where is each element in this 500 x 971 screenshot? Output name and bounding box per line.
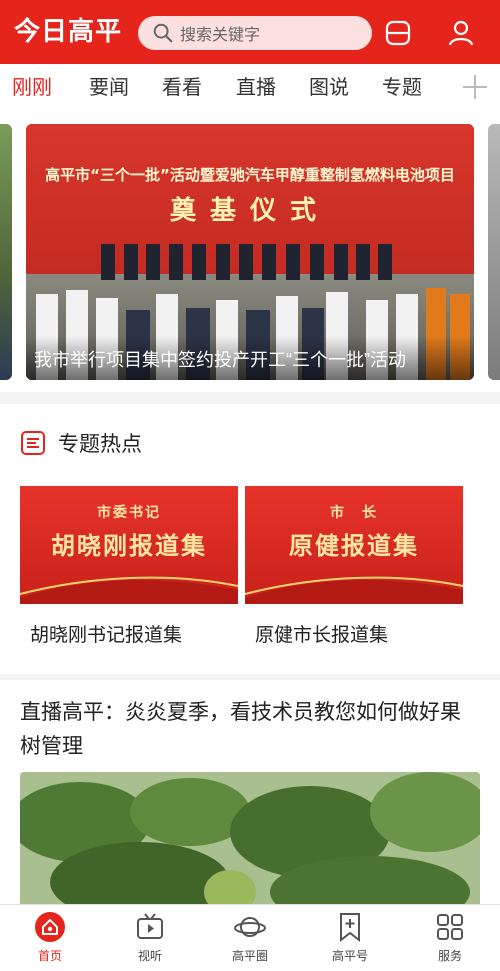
topic-card-tag: 市委书记 (97, 505, 161, 521)
search-icon (153, 23, 173, 43)
topic-card-label: 原健市长报道集 (255, 625, 389, 646)
nav-label: 首页 (37, 949, 62, 963)
channel-tabs: 刚刚 要闻 看看 直播 图说 专题 (0, 64, 500, 112)
tab-tu-shuo[interactable]: 图说 (309, 64, 349, 112)
topic-card[interactable]: 市委书记 胡晓刚报道集 胡晓刚书记报道集 (20, 486, 238, 652)
bookmark-plus-icon (340, 913, 360, 943)
nav-video[interactable]: 视听 (100, 911, 200, 971)
news-carousel[interactable]: 高平市“三个一批”活动暨爱驰汽车甲醇重整制氢燃料电池项目 奠基仪式 我市举行项目… (0, 112, 500, 392)
special-topics-title: 专题热点 (58, 433, 142, 456)
tab-kan-kan[interactable]: 看看 (162, 64, 202, 112)
tab-gang-gang[interactable]: 刚刚 (12, 64, 52, 112)
special-topics-section: 专题热点 市委书记 胡晓刚报道集 胡晓刚书记报道集 市 长 原健报道集 原健市长… (0, 404, 500, 674)
search-placeholder: 搜索关键字 (180, 27, 261, 44)
menu-icon[interactable] (383, 18, 413, 48)
topic-list-icon (21, 431, 45, 455)
article-thumbnail[interactable] (20, 772, 480, 904)
news-article[interactable]: 直播高平：炎炎夏季，看技术员教您如何做好果树管理 (0, 680, 500, 904)
special-topics-header: 专题热点 (20, 428, 142, 458)
topic-card-tag: 市 长 (330, 505, 378, 521)
nav-label: 高平圈 (231, 949, 268, 963)
nav-label: 视听 (137, 949, 162, 963)
user-icon[interactable] (446, 18, 476, 48)
bottom-navigation: 首页 视听 高平圈 高平号 服务 (0, 904, 500, 971)
planet-icon (234, 917, 266, 937)
topic-card-banner-text: 原健报道集 (289, 531, 419, 560)
banner-wave (20, 576, 238, 604)
banner-headline: 高平市“三个一批”活动暨爱驰汽车甲醇重整制氢燃料电池项目 (45, 166, 455, 184)
banner-wave (245, 576, 463, 604)
app-header: 今日高平 搜索关键字 (0, 0, 500, 64)
grid-icon (437, 914, 463, 940)
tab-zhuan-ti[interactable]: 专题 (382, 64, 422, 112)
nav-label: 高平号 (331, 949, 368, 963)
topic-card-banner: 市委书记 胡晓刚报道集 (20, 486, 238, 604)
topic-card-banner: 市 长 原健报道集 (245, 486, 463, 604)
nav-circle[interactable]: 高平圈 (200, 911, 300, 971)
article-title[interactable]: 直播高平：炎炎夏季，看技术员教您如何做好果树管理 (20, 696, 480, 764)
carousel-current-slide[interactable]: 高平市“三个一批”活动暨爱驰汽车甲醇重整制氢燃料电池项目 奠基仪式 我市举行项目… (26, 124, 474, 380)
tv-icon (137, 913, 163, 939)
tab-yao-wen[interactable]: 要闻 (89, 64, 129, 112)
carousel-next-slide[interactable] (488, 124, 500, 380)
topic-card[interactable]: 市 长 原健报道集 原健市长报道集 (245, 486, 463, 652)
search-bar[interactable]: 搜索关键字 (138, 16, 372, 50)
nav-services[interactable]: 服务 (400, 911, 500, 971)
topic-card-banner-text: 胡晓刚报道集 (51, 531, 207, 560)
nav-account[interactable]: 高平号 (300, 911, 400, 971)
nav-home[interactable]: 首页 (0, 911, 100, 971)
tab-zhi-bo[interactable]: 直播 (236, 64, 276, 112)
carousel-prev-slide[interactable] (0, 124, 12, 380)
app-logo[interactable]: 今日高平 (14, 14, 129, 50)
home-icon (35, 912, 65, 942)
nav-label: 服务 (437, 949, 462, 963)
topic-card-label: 胡晓刚书记报道集 (30, 625, 183, 646)
banner-subtitle: 奠基仪式 (169, 196, 330, 226)
carousel-caption: 我市举行项目集中签约投产开工“三个一批”活动 (34, 350, 406, 370)
add-channel-icon[interactable] (458, 70, 492, 104)
